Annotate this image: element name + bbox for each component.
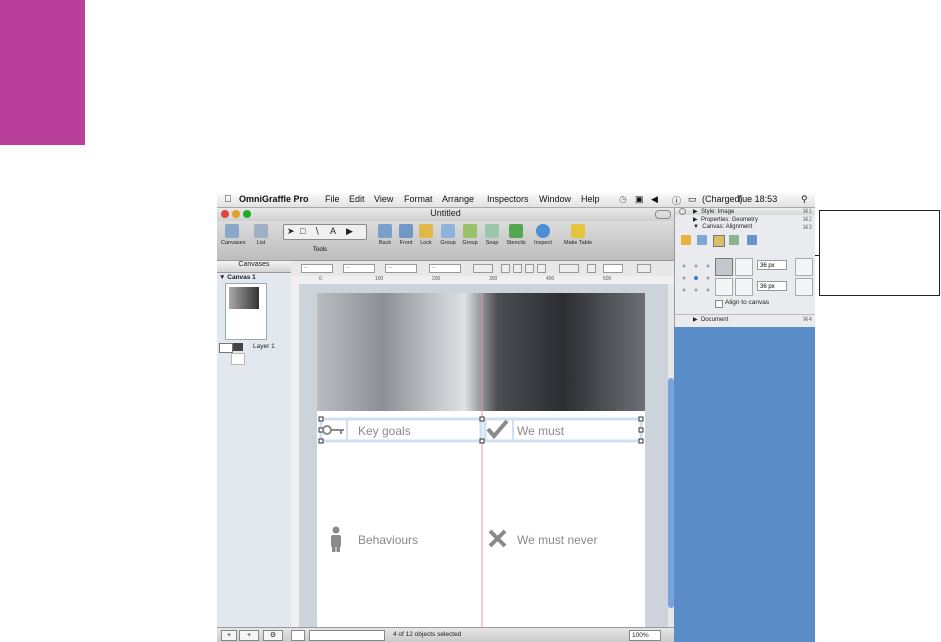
space-horizontal-icon[interactable] <box>735 258 753 276</box>
magenta-block <box>0 0 85 145</box>
canvas-overlay <box>318 293 644 627</box>
zoom-select[interactable]: 100% <box>629 630 661 641</box>
time-machine-icon[interactable]: ◷ <box>619 194 627 205</box>
space-vertical-icon[interactable] <box>735 278 753 296</box>
info-icon[interactable]: ⓘ <box>672 194 681 207</box>
distribute-right-icon[interactable] <box>795 258 813 276</box>
callout-box <box>819 210 940 296</box>
align-to-canvas-checkbox[interactable] <box>715 300 723 308</box>
gear-icon[interactable]: ⚙ <box>263 630 283 641</box>
add-layer-button[interactable]: + <box>239 630 259 641</box>
distribute-horizontal-icon[interactable] <box>715 258 733 276</box>
menu-edit[interactable]: Edit <box>349 194 365 204</box>
inspector-row-document[interactable]: ▶ Document ⌘4 <box>675 314 815 323</box>
menu-view[interactable]: View <box>374 194 393 204</box>
selection-status: 4 of 12 objects selected <box>393 631 462 638</box>
display-icon[interactable]: ▣ <box>635 194 644 205</box>
status-bar: + + ⚙ 4 of 12 objects selected 100% <box>217 627 674 642</box>
style-tray[interactable] <box>309 630 385 641</box>
style-tray-fill[interactable] <box>291 630 305 641</box>
spotlight-icon[interactable]: ⚲ <box>801 194 808 205</box>
card-label-we-must-never[interactable]: We must never <box>517 533 597 547</box>
shortcut-4: ⌘4 <box>802 317 812 323</box>
volume-icon[interactable]: ◀ <box>651 194 658 205</box>
menu-arrange[interactable]: Arrange <box>442 194 474 204</box>
menu-app-name[interactable]: OmniGraffle Pro <box>239 194 309 204</box>
person-icon[interactable] <box>331 526 341 553</box>
distribute-bottom-icon[interactable] <box>795 278 813 296</box>
distribute-vertical-icon[interactable] <box>715 278 733 296</box>
card-label-key-goals[interactable]: Key goals <box>358 424 411 438</box>
align-to-canvas-label[interactable]: Align to canvas <box>725 299 769 306</box>
vertical-spacing-field[interactable]: 36 px <box>757 281 787 291</box>
battery-icon[interactable]: ▭ <box>688 194 697 205</box>
menu-clock[interactable]: Tue 18:53 <box>737 194 777 204</box>
checkmark-icon[interactable] <box>486 419 509 440</box>
document-window: Untitled Canvases List ➤ □ ∖ A ▶ Tools B… <box>217 208 674 642</box>
add-canvas-button[interactable]: + <box>221 630 237 641</box>
menu-file[interactable]: File <box>325 194 340 204</box>
inspector-panel: ▶ Style: Image ⌘1 ▶ Properties: Geometry… <box>674 208 815 327</box>
menu-inspectors[interactable]: Inspectors <box>487 194 529 204</box>
key-icon[interactable] <box>322 425 344 435</box>
horizontal-spacing-field[interactable]: 36 px <box>757 260 787 270</box>
inspector-row-document-label: Document <box>700 317 729 323</box>
menu-format[interactable]: Format <box>404 194 433 204</box>
cross-icon[interactable] <box>488 529 507 548</box>
card-label-behaviours[interactable]: Behaviours <box>358 533 418 547</box>
card-label-we-must[interactable]: We must <box>517 424 564 438</box>
menu-bar:  OmniGraffle Pro File Edit View Format … <box>217 193 815 208</box>
apple-icon[interactable]:  <box>224 194 232 205</box>
desktop-background <box>674 327 815 642</box>
menu-help[interactable]: Help <box>581 194 600 204</box>
mac-screen:  OmniGraffle Pro File Edit View Format … <box>217 193 815 642</box>
menu-window[interactable]: Window <box>539 194 571 204</box>
